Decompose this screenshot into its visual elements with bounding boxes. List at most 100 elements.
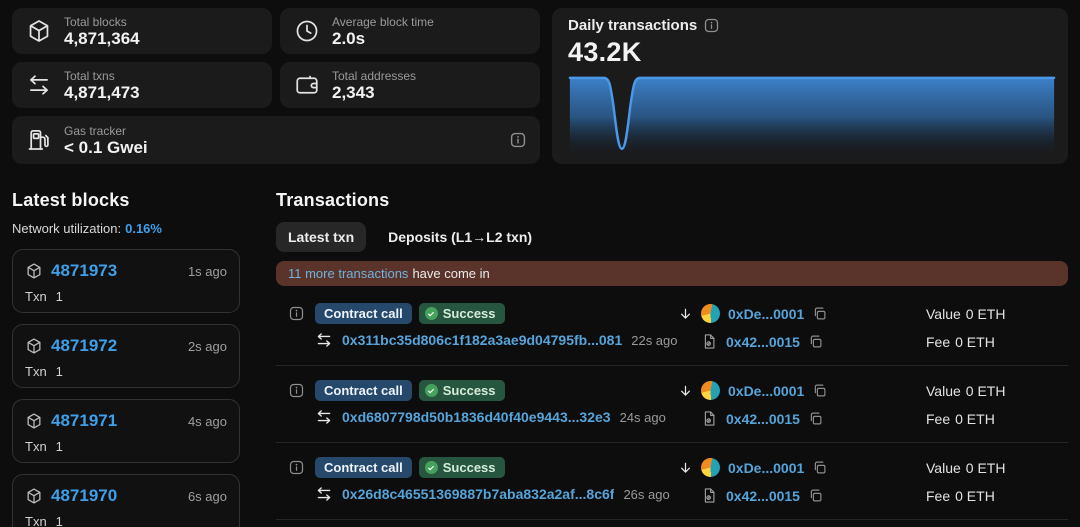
- tx-status-badge: Success: [419, 457, 505, 478]
- tx-type-badge: Contract call: [315, 303, 412, 324]
- arrow-down-icon: [678, 306, 693, 322]
- block-txn-count: Txn1: [25, 364, 227, 379]
- address-avatar: [701, 458, 720, 477]
- block-txn-count: Txn1: [25, 439, 227, 454]
- transfer-icon: [315, 485, 333, 503]
- tx-type-badge: Contract call: [315, 380, 412, 401]
- check-icon: [425, 461, 438, 474]
- block-card: 4871970 6s ago Txn1: [12, 474, 240, 527]
- tx-status-badge: Success: [419, 380, 505, 401]
- gas-info-icon[interactable]: [510, 132, 526, 148]
- copy-icon[interactable]: [812, 460, 827, 475]
- copy-icon[interactable]: [808, 488, 823, 503]
- stat-value: 4,871,473: [64, 83, 140, 102]
- stat-value: < 0.1 Gwei: [64, 138, 148, 157]
- arrow-down-icon: [678, 460, 693, 476]
- tx-value-fee: Value0 ETH Fee0 ETH: [926, 457, 1068, 506]
- transaction-row: Contract call Success 0x26d8c46551369887…: [276, 442, 1068, 519]
- to-address-link[interactable]: 0x42...0015: [726, 411, 800, 427]
- tx-info-icon[interactable]: [289, 383, 304, 398]
- copy-icon[interactable]: [812, 306, 827, 321]
- copy-icon[interactable]: [808, 334, 823, 349]
- cube-icon: [25, 412, 43, 430]
- address-avatar: [701, 381, 720, 400]
- new-transactions-link[interactable]: 11 more transactions: [288, 266, 408, 281]
- tx-info-icon[interactable]: [289, 306, 304, 321]
- chart-title: Daily transactions: [568, 17, 697, 34]
- block-age: 4s ago: [188, 414, 227, 429]
- daily-transactions-chart: [568, 75, 1056, 156]
- block-number-link[interactable]: 4871972: [51, 336, 117, 356]
- stat-label: Total txns: [64, 69, 140, 83]
- block-age: 2s ago: [188, 339, 227, 354]
- daily-transactions-card: Daily transactions 43.2K: [552, 8, 1068, 164]
- check-icon: [425, 307, 438, 320]
- from-address-link[interactable]: 0xDe...0001: [728, 306, 804, 322]
- stat-label: Total blocks: [64, 15, 140, 29]
- transactions-list: Contract call Success 0x311bc35d806c1f18…: [276, 289, 1068, 527]
- wallet-icon: [294, 72, 320, 98]
- transaction-row: Contract call Success 0x311bc35d806c1f18…: [276, 289, 1068, 365]
- tx-value-fee: Value0 ETH Fee0 ETH: [926, 303, 1068, 352]
- block-list: 4871973 1s ago Txn1 4871972 2s ago Txn1: [12, 249, 240, 527]
- cube-icon: [25, 487, 43, 505]
- tx-hash-link[interactable]: 0x311bc35d806c1f182a3ae9d04795fb...081: [342, 332, 622, 348]
- block-card: 4871973 1s ago Txn1: [12, 249, 240, 313]
- new-transactions-text: have come in: [412, 266, 489, 281]
- block-txn-count: Txn1: [25, 289, 227, 304]
- stat-value: 4,871,364: [64, 29, 140, 48]
- stat-label: Gas tracker: [64, 124, 148, 138]
- check-icon: [425, 384, 438, 397]
- to-address-link[interactable]: 0x42...0015: [726, 488, 800, 504]
- top-stats-section: Total blocks 4,871,364 Average block tim…: [12, 8, 1068, 164]
- stat-label: Average block time: [332, 15, 434, 29]
- latest-blocks-panel: Latest blocks Network utilization:0.16% …: [12, 190, 240, 527]
- tx-hash-link[interactable]: 0xd6807798d50b1836d40f40e9443...32e3: [342, 409, 611, 425]
- to-address-link[interactable]: 0x42...0015: [726, 334, 800, 350]
- transactions-tabs: Latest txn Deposits (L1→L2 txn): [276, 222, 1068, 252]
- copy-icon[interactable]: [812, 383, 827, 398]
- tx-value-fee: Value0 ETH Fee0 ETH: [926, 380, 1068, 429]
- stats-grid: Total blocks 4,871,364 Average block tim…: [12, 8, 540, 108]
- chart-info-icon[interactable]: [704, 18, 719, 33]
- tx-age: 24s ago: [620, 410, 666, 425]
- transfer-icon: [315, 408, 333, 426]
- gas-tracker-card: Gas tracker < 0.1 Gwei: [12, 116, 540, 164]
- transaction-row: Contract call Success 0xd6807798d50b1836…: [276, 365, 1068, 442]
- transactions-title: Transactions: [276, 190, 1068, 211]
- block-card: 4871972 2s ago Txn1: [12, 324, 240, 388]
- tx-age: 22s ago: [631, 333, 677, 348]
- transfer-icon: [315, 331, 333, 349]
- block-number-link[interactable]: 4871973: [51, 261, 117, 281]
- cube-icon: [26, 18, 52, 44]
- stat-value: 2.0s: [332, 29, 434, 48]
- cube-icon: [25, 337, 43, 355]
- tx-status-badge: Success: [419, 303, 505, 324]
- new-transactions-banner: 11 more transactions have come in: [276, 261, 1068, 286]
- from-address-link[interactable]: 0xDe...0001: [728, 383, 804, 399]
- block-number-link[interactable]: 4871971: [51, 411, 117, 431]
- transfers-icon: [26, 72, 52, 98]
- block-card: 4871971 4s ago Txn1: [12, 399, 240, 463]
- tx-info-icon[interactable]: [289, 460, 304, 475]
- from-address-link[interactable]: 0xDe...0001: [728, 460, 804, 476]
- tx-type-badge: Contract call: [315, 457, 412, 478]
- copy-icon[interactable]: [808, 411, 823, 426]
- tab-deposits[interactable]: Deposits (L1→L2 txn): [376, 222, 544, 252]
- block-age: 1s ago: [188, 264, 227, 279]
- latest-blocks-title: Latest blocks: [12, 190, 240, 211]
- transaction-row: Contract call Success: [276, 519, 1068, 527]
- block-number-link[interactable]: 4871970: [51, 486, 117, 506]
- block-age: 6s ago: [188, 489, 227, 504]
- stat-value: 2,343: [332, 83, 416, 102]
- stat-label: Total addresses: [332, 69, 416, 83]
- transactions-panel: Transactions Latest txn Deposits (L1→L2 …: [276, 190, 1068, 527]
- gas-pump-icon: [26, 127, 52, 153]
- cube-icon: [25, 262, 43, 280]
- tab-latest-txn[interactable]: Latest txn: [276, 222, 366, 252]
- stat-card-total-blocks: Total blocks 4,871,364: [12, 8, 272, 54]
- address-avatar: [701, 304, 720, 323]
- contract-icon: [701, 333, 718, 350]
- tx-hash-link[interactable]: 0x26d8c46551369887b7aba832a2af...8c6f: [342, 486, 614, 502]
- network-utilization-label: Network utilization:: [12, 221, 121, 236]
